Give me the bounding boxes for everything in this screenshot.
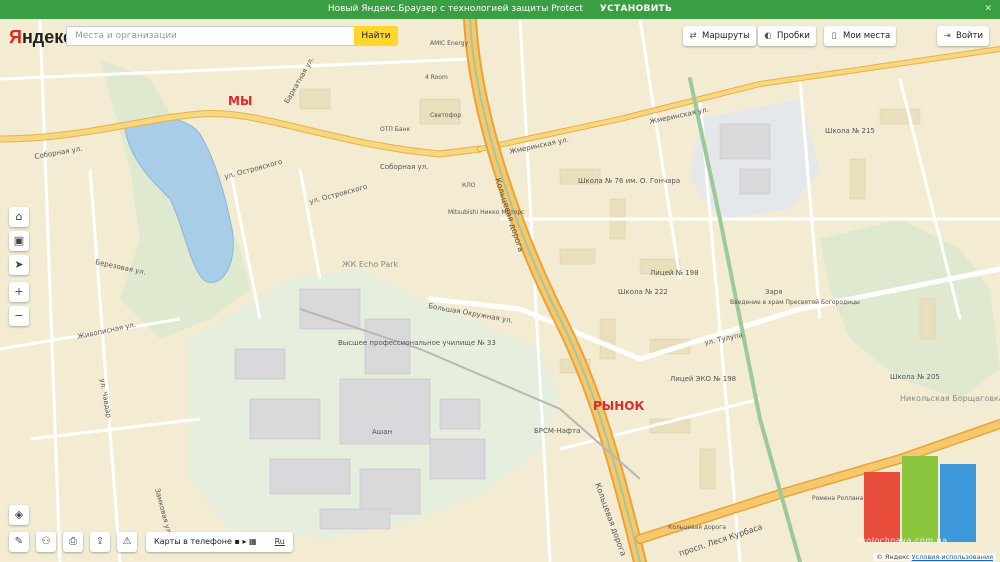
find-button[interactable]: Найти <box>354 26 398 46</box>
traffic-button[interactable]: ◐ Пробки <box>758 26 816 46</box>
app-store-icons: ▪ ▸ ▦ <box>234 537 257 546</box>
share-icon[interactable]: ⇪ <box>90 532 110 552</box>
maps-in-phone[interactable]: Карты в телефоне ▪ ▸ ▦ Ru <box>146 532 293 552</box>
zoom-in-button[interactable]: + <box>9 282 29 302</box>
watermark-text: molochnaya.com.ua <box>858 536 948 545</box>
panorama-icon[interactable]: ⚇ <box>36 532 56 552</box>
label-4room: 4 Room <box>425 74 448 81</box>
layers-icon[interactable]: ◈ <box>9 505 29 525</box>
label-svetofor: Светофор <box>430 112 461 119</box>
label-licey-eko: Лицей ЭКО № 198 <box>670 375 736 383</box>
label-market: РЫНОК <box>593 399 644 413</box>
browser-promo-banner: Новый Яндекс.Браузер с технологией защит… <box>0 0 1000 19</box>
label-hram: Введение в храм Пресвятой Богородицы <box>730 299 860 306</box>
traffic-icon: ◐ <box>764 31 772 41</box>
banner-text: Новый Яндекс.Браузер с технологией защит… <box>327 4 584 14</box>
label-klo: КЛО <box>462 182 476 189</box>
label-otp: ОТП Банк <box>380 126 411 133</box>
language-switch[interactable]: Ru <box>275 537 285 546</box>
copyright: © Яндекс Условия использования <box>873 553 996 561</box>
close-icon[interactable]: ✕ <box>984 0 992 19</box>
label-nikolskaya: Никольская Борщаговка <box>900 394 1000 403</box>
print-icon[interactable]: ⎙ <box>63 532 83 552</box>
label-romena: Ромена Роллана <box>812 495 864 502</box>
search-input[interactable]: Места и организации <box>66 26 356 46</box>
map-canvas[interactable]: МЫ РЫНОК Соборная ул. Соборная ул. ул. О… <box>0 19 1000 562</box>
ruler-icon[interactable]: ✎ <box>9 532 29 552</box>
label-uchilishche: Высшее профессиональное училище № 33 <box>338 339 496 347</box>
terms-link[interactable]: Условия использования <box>912 553 993 561</box>
label-koltsevaya-doroga-sign: Кольцевая дорога <box>668 524 726 531</box>
label-shkola-205: Школа № 205 <box>890 373 940 381</box>
label-my: МЫ <box>228 94 252 108</box>
routes-button[interactable]: ⇄ Маршруты <box>683 26 756 46</box>
label-zarya: Заря <box>765 288 782 296</box>
label-shkola-215: Школа № 215 <box>825 127 875 135</box>
home-icon[interactable]: ⌂ <box>9 207 29 227</box>
label-ashan: Ашан <box>372 428 392 436</box>
label-mitsubishi: Mitsubishi Никко Моторс <box>448 209 524 216</box>
label-shkola-222: Школа № 222 <box>618 288 668 296</box>
location-arrow-icon[interactable]: ➤ <box>9 255 29 275</box>
top-bar: Яндекс Места и организации Найти ⇄ Маршру… <box>0 26 1000 50</box>
routes-icon: ⇄ <box>689 31 697 41</box>
briefcase-icon[interactable]: ▣ <box>9 231 29 251</box>
label-licey-198: Лицей № 198 <box>650 269 699 277</box>
label-echo-park: ЖК Echo Park <box>342 260 398 269</box>
bookmark-icon: ▯ <box>831 31 837 41</box>
label-sobornaya-2: Соборная ул. <box>380 163 428 171</box>
login-button[interactable]: ⇥ Войти <box>937 26 990 46</box>
install-button[interactable]: УСТАНОВИТЬ <box>600 4 672 14</box>
label-brsm: БРСМ-Нафта <box>534 427 580 435</box>
login-icon: ⇥ <box>943 31 951 41</box>
my-places-button[interactable]: ▯ Мои места <box>824 26 897 46</box>
report-icon[interactable]: ⚠ <box>117 532 137 552</box>
yandex-logo[interactable]: Яндекс <box>9 27 73 48</box>
label-shkola-76: Школа № 76 им. О. Гончара <box>578 177 680 185</box>
zoom-out-button[interactable]: − <box>9 306 29 326</box>
